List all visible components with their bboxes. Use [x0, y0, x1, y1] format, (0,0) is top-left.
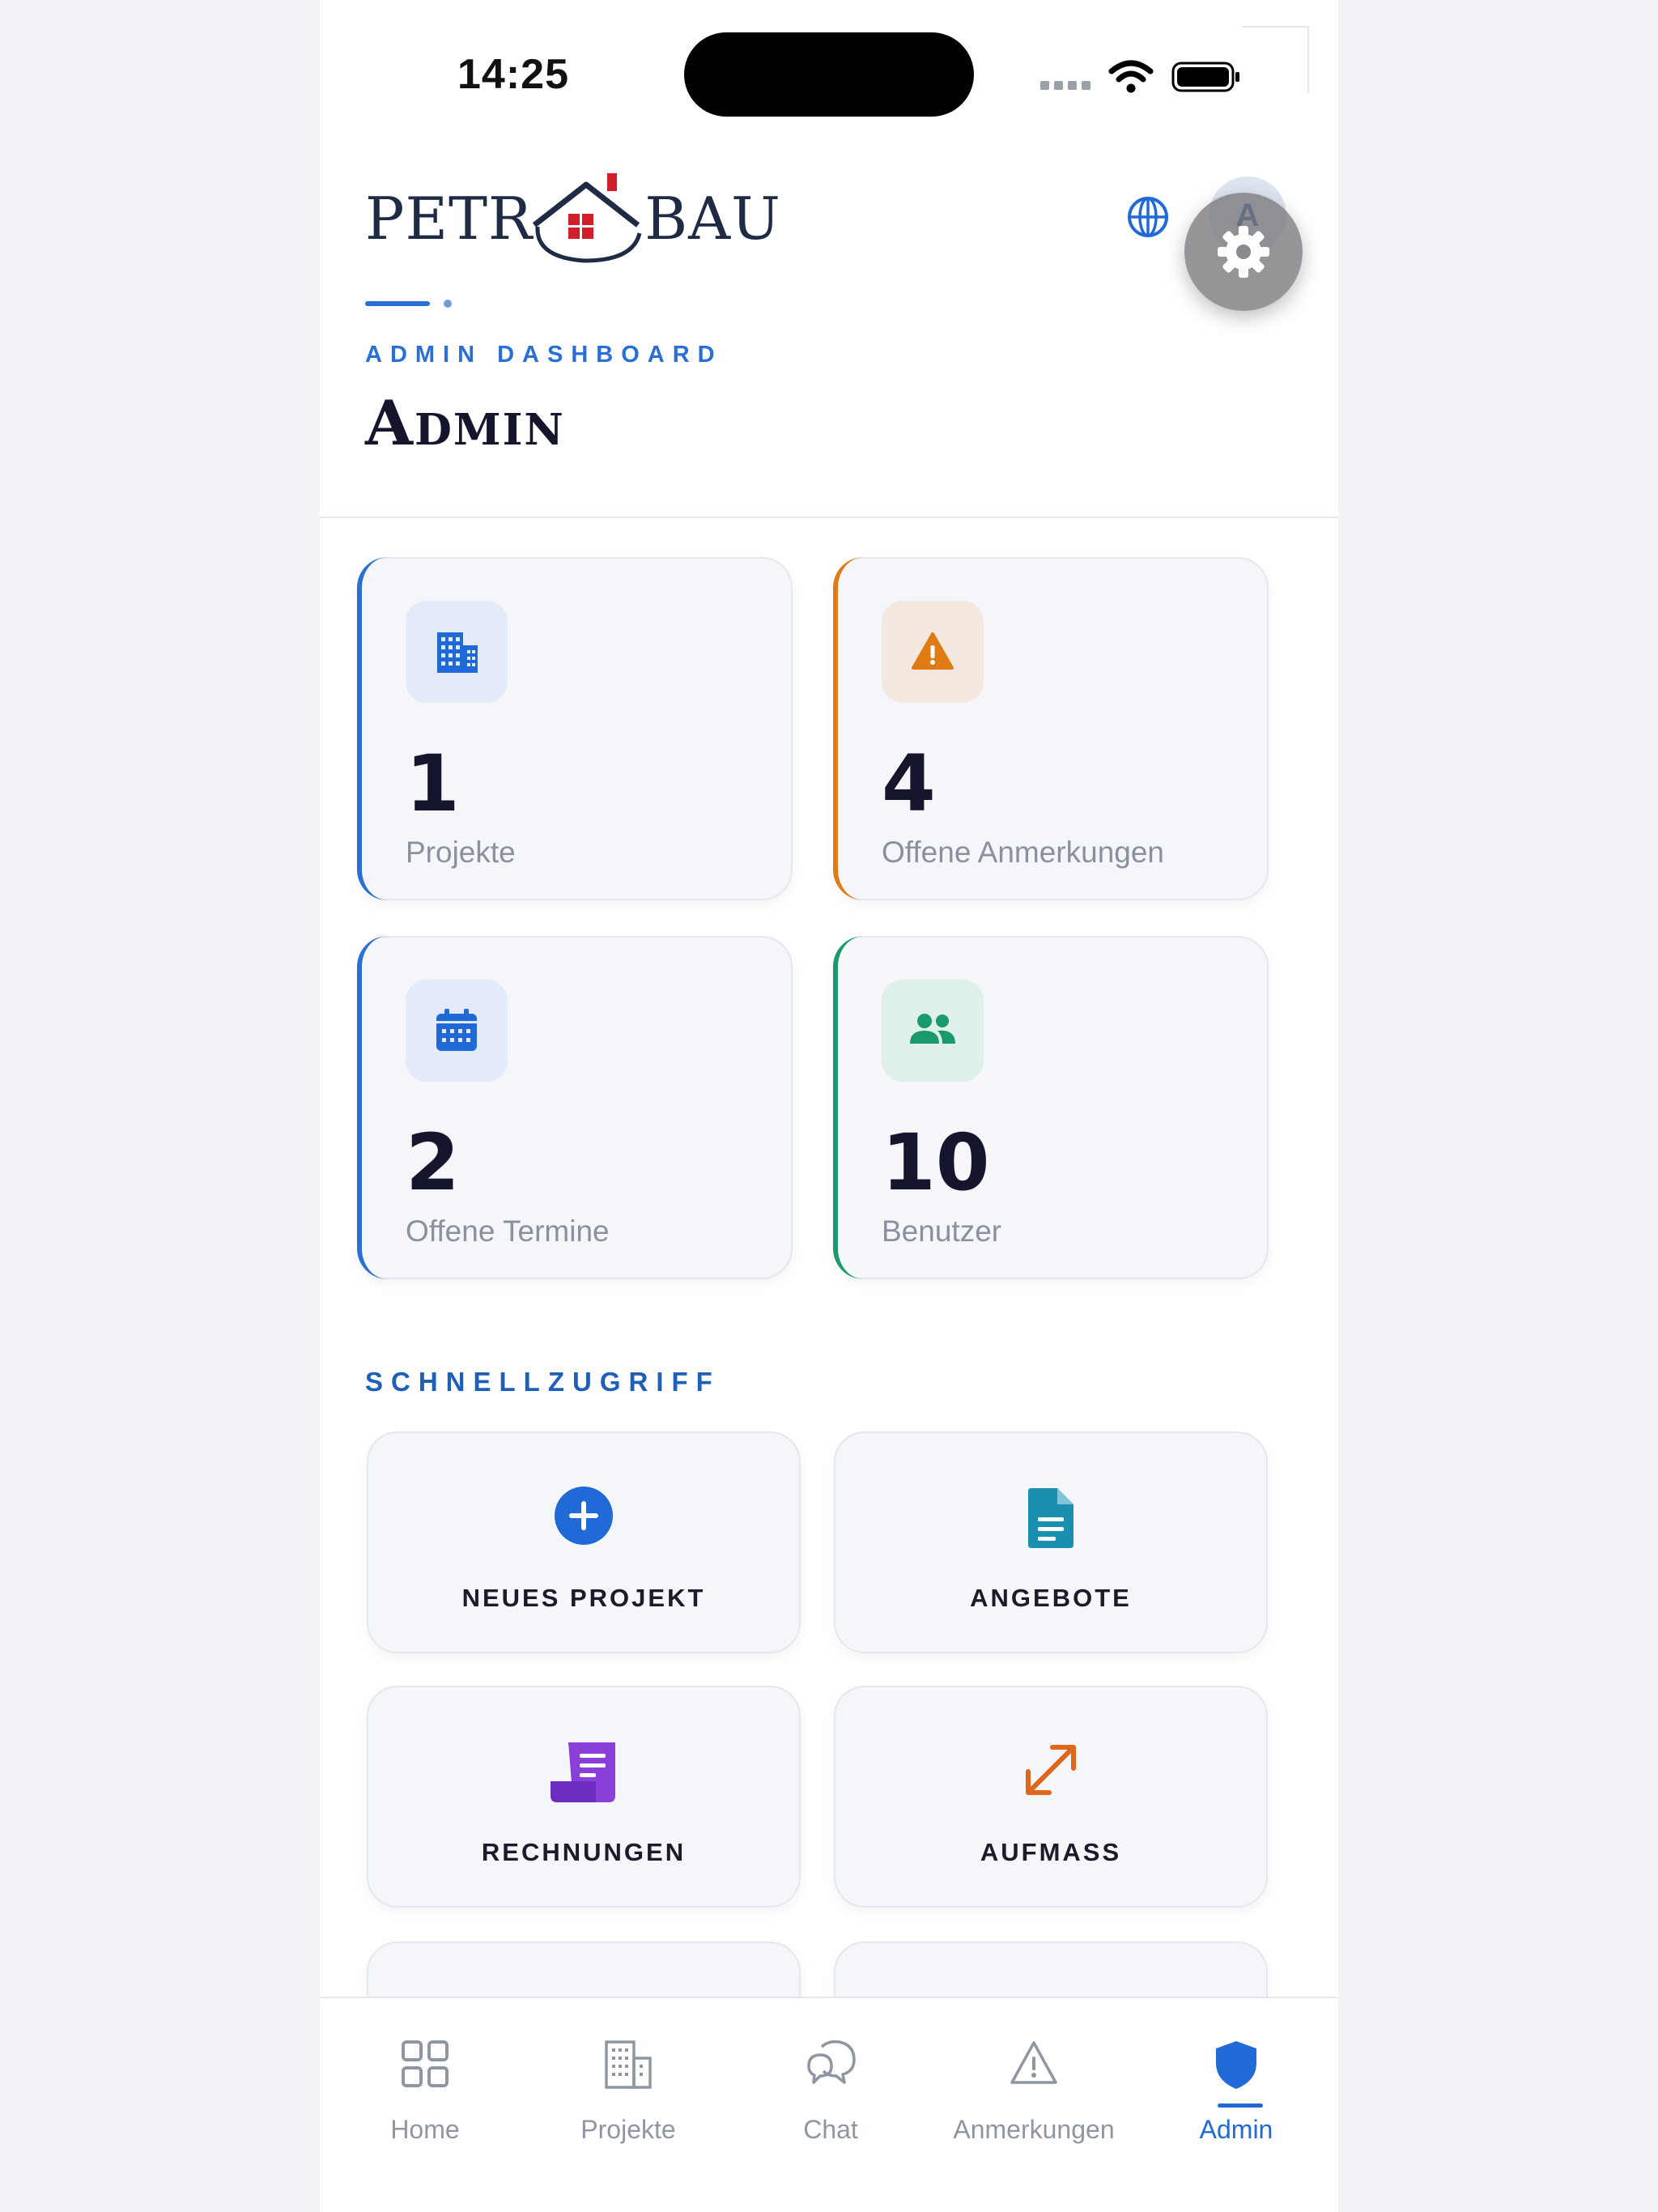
- building-icon: [437, 632, 478, 673]
- stat-value: 1: [406, 738, 460, 829]
- globe-icon[interactable]: [1125, 194, 1171, 240]
- stat-icon-box: [882, 980, 984, 1082]
- quick-label: AUFMASS: [980, 1838, 1122, 1866]
- quick-label: NEUES PROJEKT: [461, 1584, 706, 1612]
- page-title: Admin: [365, 387, 565, 459]
- logo-text-left: PETR: [365, 185, 534, 253]
- nav-item-admin[interactable]: Admin: [1135, 1998, 1337, 2160]
- nav-label: Admin: [1199, 2115, 1273, 2144]
- bottom-nav: Home Projekte Chat Anmerkungen Admin: [320, 1997, 1338, 2212]
- quick-angebote-button[interactable]: ANGEBOTE: [834, 1431, 1268, 1653]
- calendar-icon: [436, 1009, 477, 1051]
- nav-item-chat[interactable]: Chat: [729, 1998, 932, 2160]
- status-icons: [1040, 57, 1241, 97]
- app-screen: 14:25 PETR BAU ADMIN DASHBOARD Admin 1 P…: [320, 0, 1338, 2212]
- quick-rechnungen-button[interactable]: RECHNUNGEN: [367, 1686, 801, 1908]
- nav-item-home[interactable]: Home: [324, 1998, 526, 2160]
- accent-dot: [444, 300, 452, 308]
- logo-text-right: BAU: [644, 185, 781, 253]
- stat-value: 10: [882, 1117, 990, 1208]
- resize-arrows-icon: [1026, 1745, 1076, 1795]
- quick-label: ANGEBOTE: [970, 1584, 1132, 1612]
- status-time: 14:25: [457, 51, 569, 98]
- stat-card-anmerkungen[interactable]: 4 Offene Anmerkungen: [833, 557, 1269, 900]
- header-divider: [320, 517, 1338, 518]
- page-eyebrow: ADMIN DASHBOARD: [365, 342, 723, 368]
- quick-aufmass-button[interactable]: AUFMASS: [834, 1686, 1268, 1908]
- stat-value: 4: [882, 738, 936, 829]
- stat-card-projekte[interactable]: 1 Projekte: [357, 557, 793, 900]
- grid-icon: [402, 2040, 449, 2087]
- nav-label: Projekte: [580, 2115, 676, 2144]
- stat-label: Offene Anmerkungen: [882, 836, 1165, 869]
- warning-icon: [912, 632, 954, 670]
- house-logo-icon: [533, 173, 642, 263]
- gear-icon: [1218, 226, 1269, 278]
- warning-icon: [1010, 2041, 1057, 2084]
- stat-value: 2: [406, 1117, 460, 1208]
- nav-label: Anmerkungen: [953, 2115, 1115, 2144]
- battery-icon: [1171, 62, 1239, 92]
- settings-button[interactable]: [1184, 193, 1303, 311]
- plus-circle-icon: [555, 1487, 613, 1545]
- stat-accent-bar: [833, 936, 864, 1279]
- stat-label: Offene Termine: [406, 1214, 610, 1248]
- document-icon: [1028, 1488, 1073, 1548]
- wifi-icon: [1108, 60, 1154, 93]
- stat-card-benutzer[interactable]: 10 Benutzer: [833, 936, 1269, 1279]
- status-corner-frame: [1243, 26, 1309, 92]
- stat-icon-box: [406, 601, 508, 703]
- stat-accent-bar: [357, 936, 388, 1279]
- stat-label: Benutzer: [882, 1214, 1002, 1248]
- nav-item-anmerkungen[interactable]: Anmerkungen: [933, 1998, 1135, 2160]
- receipt-icon: [551, 1742, 615, 1802]
- quick-label: RECHNUNGEN: [481, 1838, 687, 1866]
- stat-icon-box: [406, 980, 508, 1082]
- section-title-quick-access: SCHNELLZUGRIFF: [365, 1367, 721, 1397]
- accent-line: [365, 301, 430, 306]
- brand-logo: PETR BAU: [365, 170, 781, 267]
- chat-icon: [807, 2040, 856, 2084]
- dynamic-island: [684, 32, 974, 117]
- nav-item-projekte[interactable]: Projekte: [527, 1998, 729, 2160]
- users-icon: [910, 1014, 955, 1044]
- stat-accent-bar: [833, 557, 864, 900]
- active-indicator: [1218, 2104, 1263, 2108]
- stat-icon-box: [882, 601, 984, 703]
- nav-label: Chat: [803, 2115, 858, 2144]
- stat-label: Projekte: [406, 836, 516, 869]
- shield-icon: [1216, 2041, 1256, 2089]
- nav-label: Home: [390, 2115, 460, 2144]
- stat-card-termine[interactable]: 2 Offene Termine: [357, 936, 793, 1279]
- signal-icon: [1040, 80, 1090, 90]
- quick-new-project-button[interactable]: NEUES PROJEKT: [367, 1431, 801, 1653]
- stat-accent-bar: [357, 557, 388, 900]
- building-icon: [605, 2040, 652, 2089]
